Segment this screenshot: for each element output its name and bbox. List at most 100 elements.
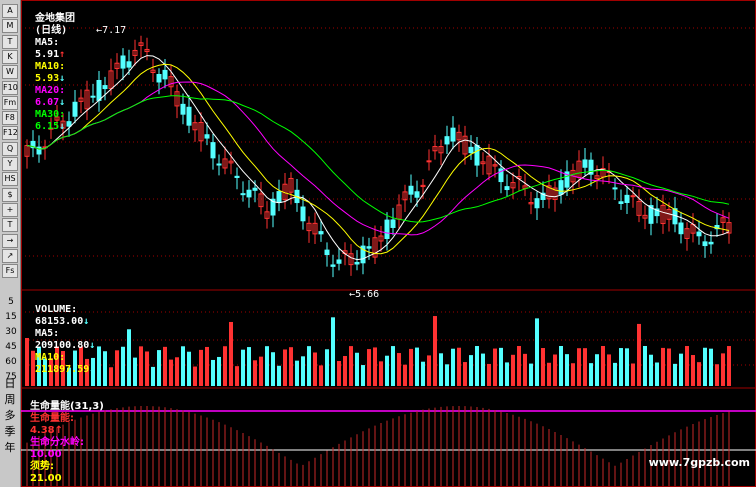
volume-bar	[193, 366, 197, 386]
volume-bar	[397, 353, 401, 386]
volume-bar	[487, 363, 491, 386]
volume-bar	[571, 363, 575, 386]
stock-name: 金地集团	[35, 13, 76, 24]
toolbar-button[interactable]: A	[2, 4, 18, 18]
candle-body	[366, 246, 372, 249]
toolbar-button[interactable]: K	[2, 49, 18, 64]
indicator-header: 生命量能(31,3) 生命量能: 4.38↑ 生命分水岭: 10.00 须势: …	[23, 389, 104, 485]
volume-bar	[517, 346, 521, 386]
volume-bar	[271, 352, 275, 386]
candle-body	[702, 241, 708, 247]
candle-body	[180, 103, 186, 115]
candle-body	[126, 61, 132, 68]
volume-bar	[607, 354, 611, 386]
candle-body	[534, 198, 540, 209]
period-label: (日线)	[35, 25, 68, 36]
volume-bar	[529, 363, 533, 386]
toolbar-button[interactable]: T	[2, 218, 18, 233]
vol-ma5-arrow: ↓	[89, 340, 96, 351]
volume-bar	[235, 366, 239, 386]
volume-scale-label: 30	[5, 327, 17, 337]
price-header: 金地集团 (日线) MA5: 5.91↑ MA10: 5.93↓ MA20: 6…	[23, 1, 75, 133]
volume-bar	[217, 356, 221, 386]
candle-body	[414, 191, 420, 198]
toolbar-button[interactable]: HS	[2, 172, 18, 187]
volume-bar	[559, 346, 563, 386]
toolbar-button[interactable]: F8	[2, 111, 18, 126]
ma20-arrow: ↓	[59, 97, 66, 108]
volume-bar	[379, 361, 383, 386]
volume-bar	[433, 316, 437, 386]
volume-bar	[409, 348, 413, 386]
volume-bar	[307, 346, 311, 386]
period-button[interactable]: 年	[2, 440, 18, 455]
vol-ma5-label: MA5:	[35, 328, 60, 339]
candle-body	[210, 142, 216, 159]
toolbar-button[interactable]: $	[2, 187, 18, 202]
volume-bar	[247, 347, 251, 386]
candle-body	[630, 195, 636, 198]
kline-chart[interactable]	[21, 0, 756, 487]
toolbar-button[interactable]: F10	[2, 80, 18, 95]
volume-bar	[667, 348, 671, 386]
volume-bar	[301, 356, 305, 386]
volume-bar	[97, 346, 101, 386]
energy-arrow: ↑	[54, 425, 64, 436]
volume-bar	[535, 318, 539, 386]
toolbar-button[interactable]: +	[2, 202, 18, 217]
toolbar-button[interactable]: F12	[2, 126, 18, 141]
period-button[interactable]: 多	[2, 408, 18, 423]
volume-bar	[151, 366, 155, 386]
volume-bar	[223, 346, 227, 386]
volume-bar	[685, 346, 689, 386]
candle-body	[318, 231, 324, 235]
toolbar-button[interactable]: Y	[2, 157, 18, 171]
period-button[interactable]: 周	[2, 392, 18, 407]
volume-bar	[631, 363, 635, 386]
volume-bar	[643, 346, 647, 386]
toolbar-button[interactable]: T	[2, 34, 18, 49]
volume-bar	[553, 354, 557, 386]
toolbar-button[interactable]: M	[2, 19, 18, 34]
ma10-line	[26, 63, 730, 255]
period-button[interactable]: 日	[2, 376, 18, 391]
volume-bar	[181, 346, 185, 386]
period-button[interactable]: 季	[2, 424, 18, 439]
toolbar-button[interactable]: W	[2, 65, 18, 80]
volume-bar	[613, 362, 617, 386]
volume-arrow: ↓	[83, 316, 90, 327]
volume-bar	[661, 347, 665, 386]
volume-bar	[367, 349, 371, 386]
toolbar-button[interactable]: →	[2, 233, 18, 248]
candle-body	[354, 261, 360, 265]
volume-bar	[121, 346, 125, 386]
volume-bar	[115, 350, 119, 386]
toolbar-button[interactable]: Fm	[2, 95, 18, 110]
toolbar-button[interactable]: Fs	[2, 264, 18, 279]
candle-body	[468, 146, 474, 154]
candle-body	[618, 201, 624, 204]
volume-bar	[457, 347, 461, 386]
volume-bars	[25, 316, 731, 386]
volume-bar	[649, 354, 653, 386]
volume-bar	[157, 350, 161, 386]
candle-body	[330, 264, 336, 267]
volume-bar	[655, 362, 659, 386]
candle-body	[390, 219, 396, 228]
candle-body	[162, 69, 168, 80]
watershed-value: 10.00	[29, 449, 62, 460]
volume-bar	[289, 347, 293, 386]
volume-bar	[145, 351, 149, 386]
ma10-value: 5.93	[35, 73, 60, 84]
volume-bar	[499, 347, 503, 386]
candle-body	[90, 95, 96, 98]
volume-bar	[691, 355, 695, 386]
candle-body	[234, 175, 240, 178]
toolbar-button[interactable]: Q	[2, 141, 18, 156]
candle-body	[186, 106, 192, 126]
ma5-arrow: ↑	[59, 49, 66, 60]
volume-bar	[511, 354, 515, 386]
volume-bar	[361, 365, 365, 386]
volume-bar	[211, 359, 215, 386]
toolbar-button[interactable]: ↗	[2, 248, 18, 263]
